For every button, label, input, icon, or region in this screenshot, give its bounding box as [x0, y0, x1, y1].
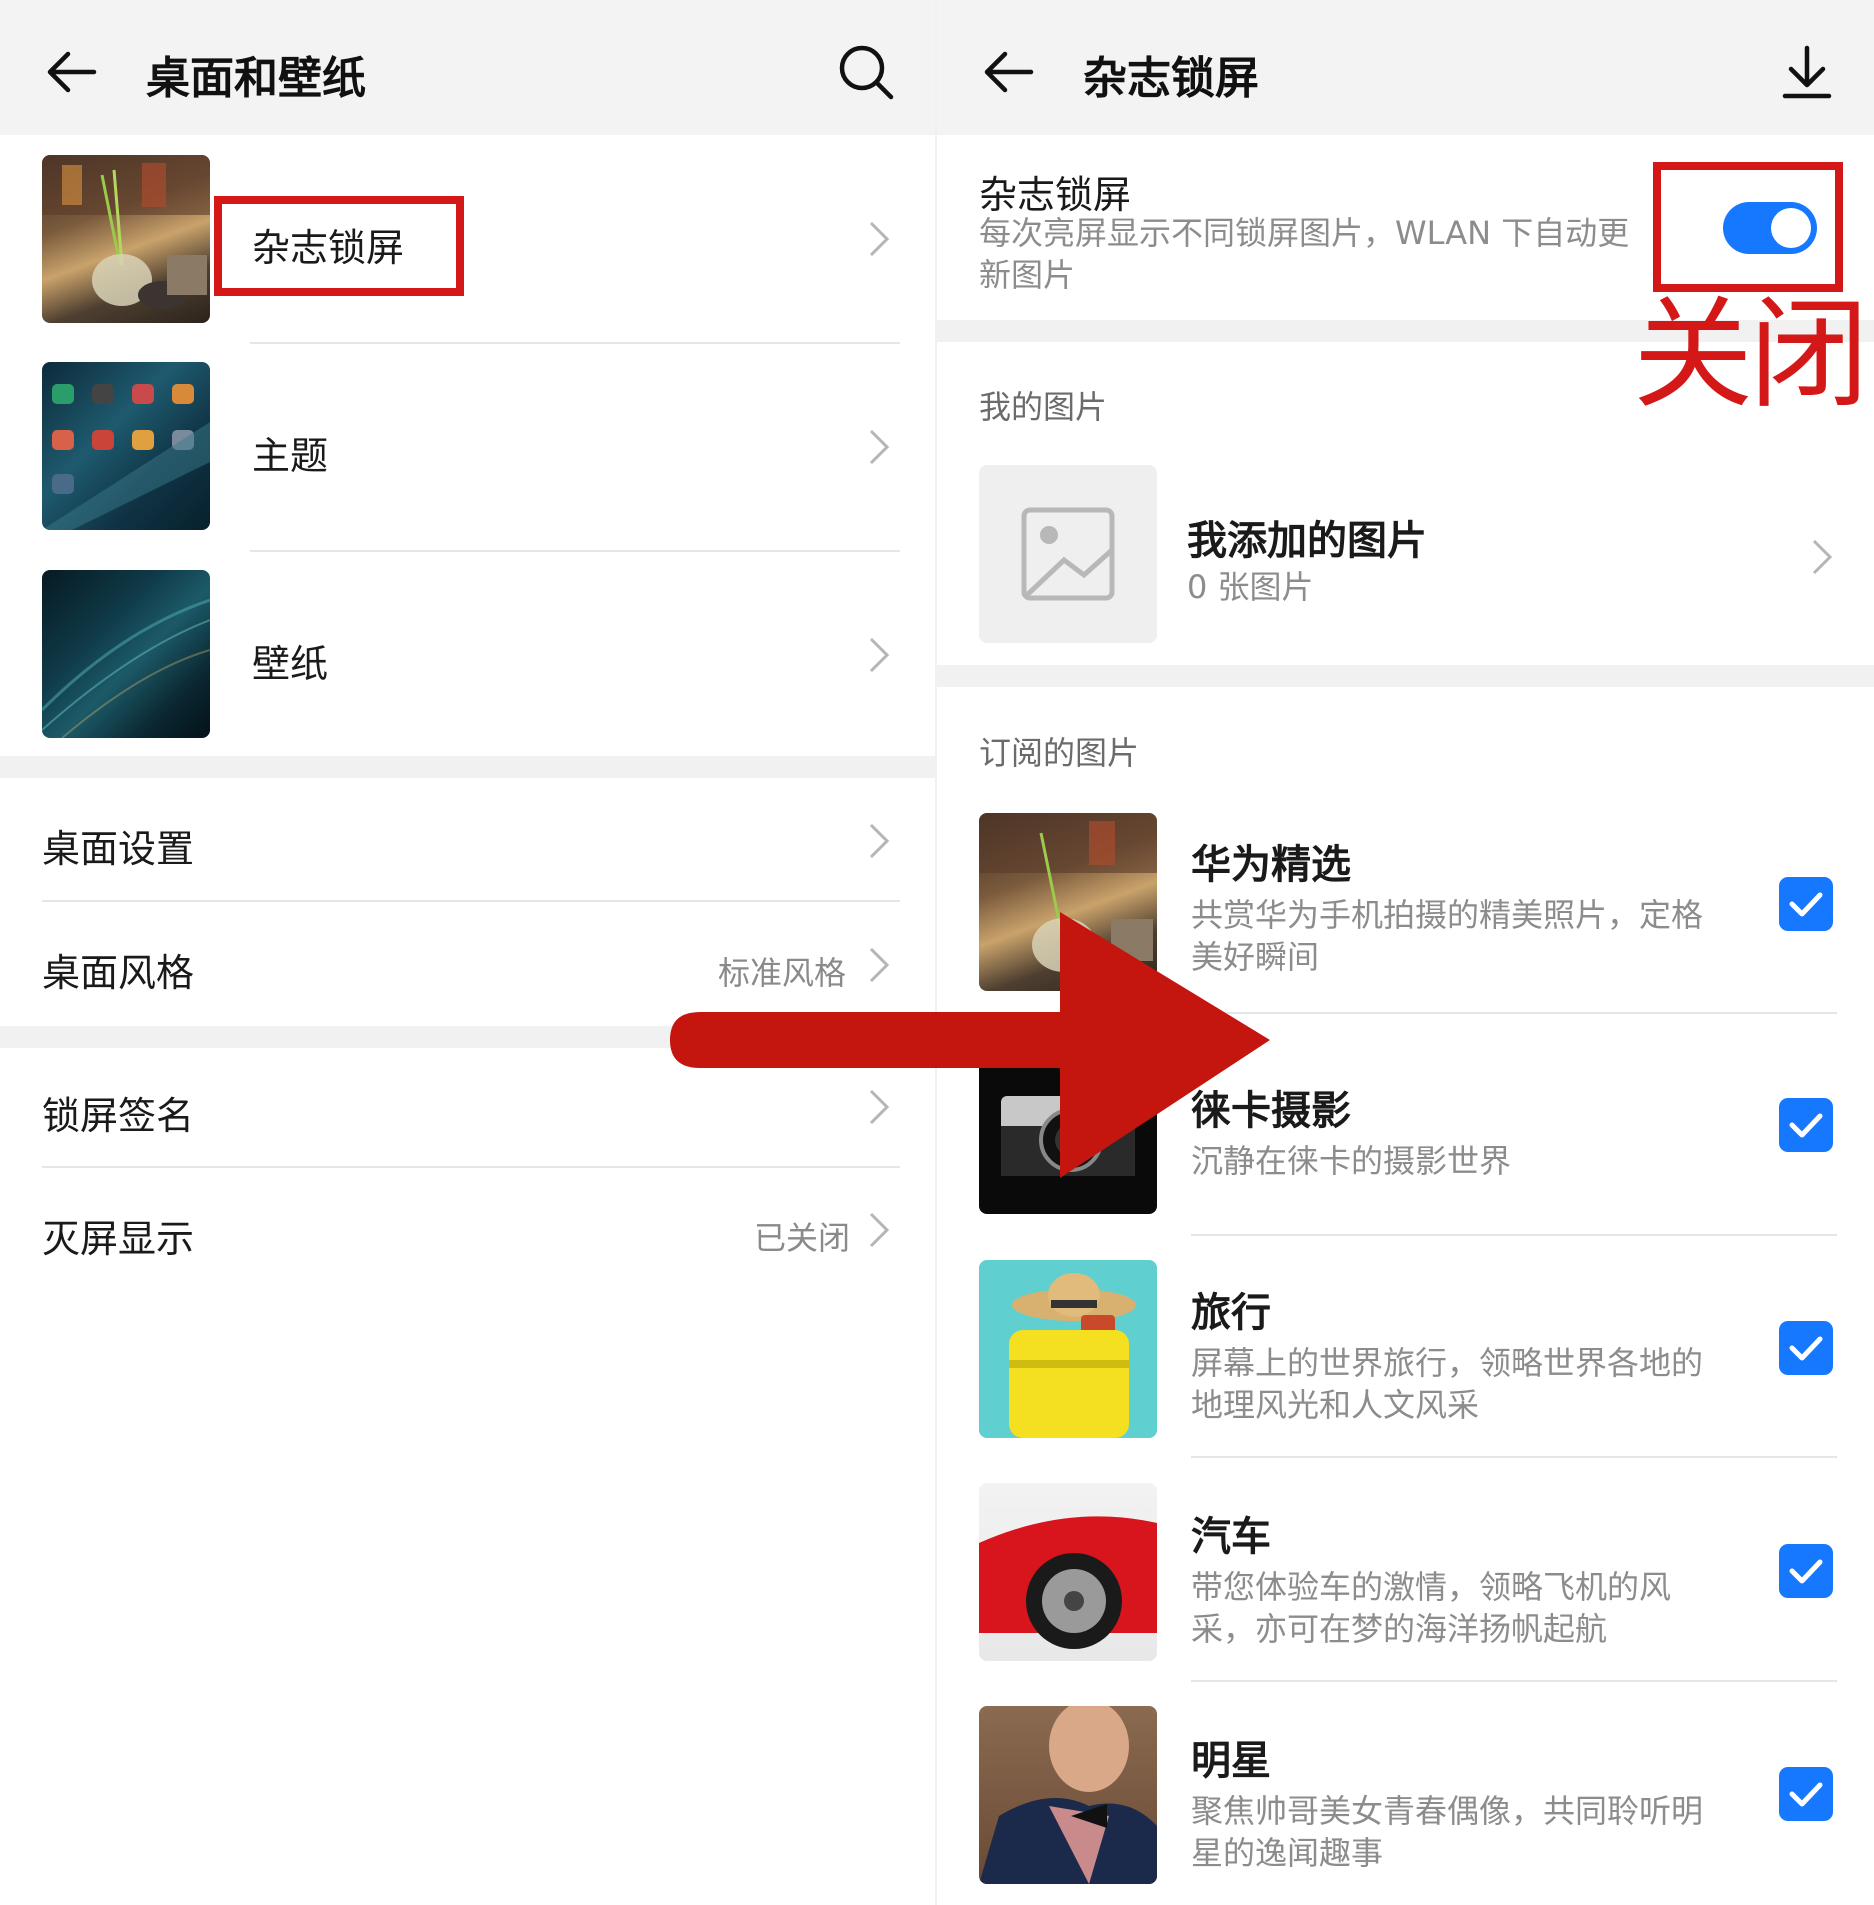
image-placeholder-icon [1021, 507, 1115, 601]
subscription-thumbnail [979, 1706, 1157, 1884]
item-title: 明星 [1191, 1738, 1271, 1784]
item-title: 我添加的图片 [1187, 518, 1427, 564]
list-item-label: 桌面风格 [42, 951, 195, 995]
chevron-right-icon [1812, 539, 1833, 575]
divider [1191, 1680, 1837, 1682]
setting-title: 杂志锁屏 [979, 173, 1132, 217]
back-arrow-icon[interactable] [981, 44, 1037, 100]
checkmark-icon [1789, 1559, 1823, 1584]
checkmark-icon [1789, 1336, 1823, 1361]
item-title: 旅行 [1191, 1290, 1271, 1336]
item-description: 带您体验车的激情，领略飞机的风 [1191, 1568, 1672, 1606]
theme-thumbnail [42, 362, 210, 530]
search-icon[interactable] [836, 42, 896, 102]
image-placeholder [979, 465, 1157, 643]
magazine-thumbnail [42, 155, 210, 323]
highlight-box [1653, 162, 1843, 292]
section-header: 我的图片 [979, 388, 1108, 426]
page-title: 杂志锁屏 [1083, 53, 1259, 104]
item-description: 美好瞬间 [1191, 938, 1320, 976]
divider [1191, 1234, 1837, 1236]
subscription-thumbnail [979, 1260, 1157, 1438]
setting-description: 新图片 [979, 256, 1076, 294]
list-item-value: 标准风格 [718, 954, 847, 992]
subscription-checkbox[interactable] [1779, 1321, 1833, 1375]
list-item-label: 壁纸 [252, 642, 329, 686]
chevron-right-icon [869, 221, 890, 257]
item-title: 华为精选 [1191, 842, 1351, 888]
chevron-right-icon [869, 1212, 890, 1248]
list-item-value: 已关闭 [754, 1219, 851, 1257]
divider [42, 1166, 900, 1168]
chevron-right-icon [869, 823, 890, 859]
divider [1191, 1456, 1837, 1458]
item-description: 聚焦帅哥美女青春偶像，共同聆听明 [1191, 1792, 1704, 1830]
checkmark-icon [1789, 892, 1823, 917]
item-description: 共赏华为手机拍摄的精美照片，定格 [1191, 896, 1704, 934]
subscription-thumbnail [979, 813, 1157, 991]
item-count: 0 张图片 [1187, 568, 1314, 606]
divider [250, 342, 900, 344]
list-item-label: 锁屏签名 [42, 1094, 195, 1138]
item-description: 地理风光和人文风采 [1191, 1386, 1480, 1424]
checkmark-icon [1789, 1113, 1823, 1138]
subscription-thumbnail [979, 1036, 1157, 1214]
chevron-right-icon [869, 947, 890, 983]
page-title: 桌面和壁纸 [146, 53, 366, 104]
item-description: 屏幕上的世界旅行，领略世界各地的 [1191, 1344, 1704, 1382]
section-gap [937, 665, 1874, 687]
magazine-lockscreen-screen: 杂志锁屏 杂志锁屏 每次亮屏显示不同锁屏图片，WLAN 下自动更 新图片 我的图… [937, 0, 1874, 1905]
annotation-label: 关闭 [1633, 286, 1869, 425]
item-title: 汽车 [1191, 1514, 1271, 1560]
list-item-label: 灭屏显示 [42, 1217, 195, 1261]
divider [1191, 1012, 1837, 1014]
section-gap [0, 756, 937, 778]
item-description: 沉静在徕卡的摄影世界 [1191, 1142, 1512, 1180]
top-app-bar: 杂志锁屏 [937, 0, 1874, 135]
wallpaper-thumbnail [42, 570, 210, 738]
subscription-checkbox[interactable] [1779, 877, 1833, 931]
item-title: 徕卡摄影 [1191, 1088, 1351, 1134]
list-item-label: 桌面设置 [42, 827, 195, 871]
chevron-right-icon [869, 637, 890, 673]
checkmark-icon [1789, 1782, 1823, 1807]
chevron-right-icon [869, 429, 890, 465]
subscription-checkbox[interactable] [1779, 1767, 1833, 1821]
section-header: 订阅的图片 [979, 734, 1140, 772]
highlight-box [214, 196, 464, 296]
chevron-right-icon [869, 1089, 890, 1125]
divider [42, 900, 900, 902]
item-description: 采，亦可在梦的海洋扬帆起航 [1191, 1610, 1608, 1648]
desktop-wallpaper-screen: 桌面和壁纸 杂志锁屏 主题 壁纸 桌面设置 桌面风格 标准风格 锁屏签名 灭屏显… [0, 0, 937, 1905]
setting-description: 每次亮屏显示不同锁屏图片，WLAN 下自动更 [979, 214, 1630, 252]
list-item-label: 主题 [252, 434, 329, 478]
top-app-bar: 桌面和壁纸 [0, 0, 937, 135]
subscription-checkbox[interactable] [1779, 1098, 1833, 1152]
download-icon[interactable] [1777, 42, 1837, 102]
subscription-thumbnail [979, 1483, 1157, 1661]
section-gap [0, 1026, 937, 1048]
item-description: 星的逸闻趣事 [1191, 1834, 1384, 1872]
back-arrow-icon[interactable] [44, 44, 100, 100]
divider [250, 550, 900, 552]
subscription-checkbox[interactable] [1779, 1544, 1833, 1598]
